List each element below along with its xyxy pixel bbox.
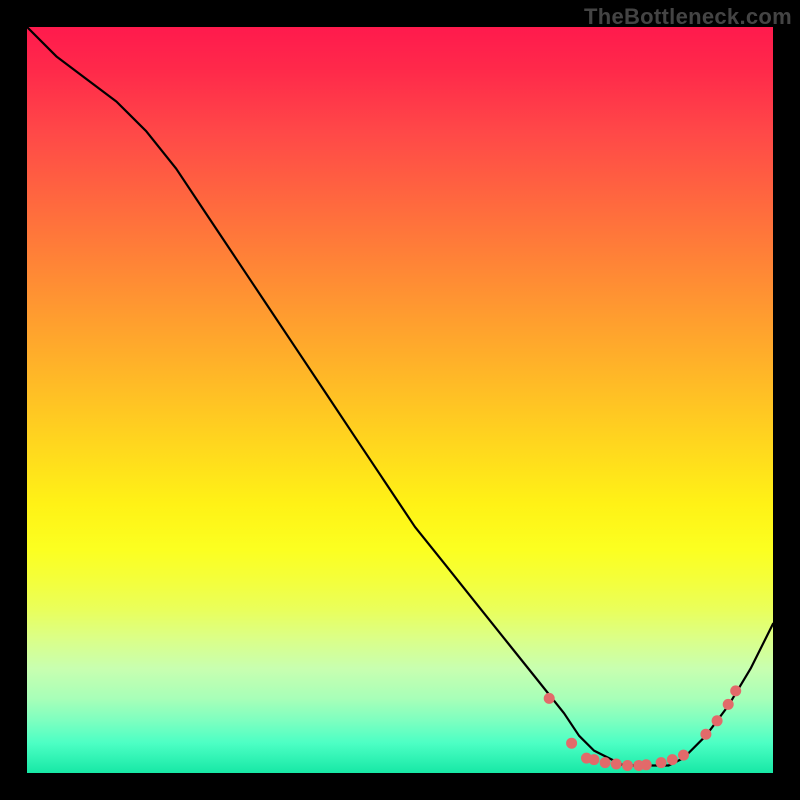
curve-layer (27, 27, 773, 773)
marker-dot (566, 738, 577, 749)
bottleneck-curve (27, 27, 773, 766)
marker-dot (600, 757, 611, 768)
marker-dot (611, 759, 622, 770)
marker-dot (667, 754, 678, 765)
marker-dot (589, 754, 600, 765)
plot-area (27, 27, 773, 773)
chart-stage: TheBottleneck.com (0, 0, 800, 800)
marker-dot (712, 715, 723, 726)
marker-dot (622, 760, 633, 771)
marker-dot (544, 693, 555, 704)
marker-dot (641, 759, 652, 770)
marker-dot (723, 699, 734, 710)
marker-dot (656, 757, 667, 768)
marker-dot (730, 685, 741, 696)
marker-dot (678, 750, 689, 761)
marker-dot (700, 729, 711, 740)
